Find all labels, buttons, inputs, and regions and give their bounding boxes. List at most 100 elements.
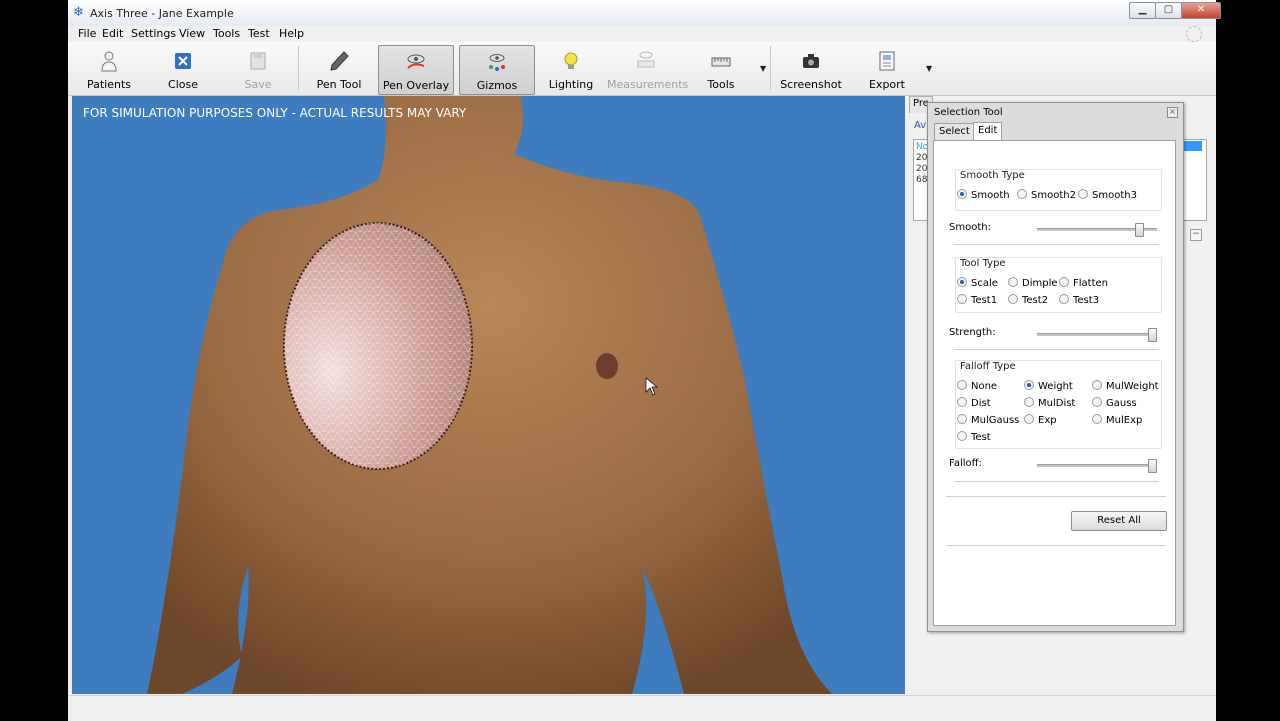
tool-type-label: Tool Type [960,258,1006,269]
radio-smooth2[interactable]: Smooth2 [1017,189,1076,201]
menu-edit[interactable]: Edit [102,27,123,40]
close-icon [175,53,191,69]
torso-shape [147,96,832,694]
close-window-button[interactable]: ✕ [1181,2,1221,19]
radio-weight[interactable]: Weight [1024,380,1073,392]
radio-icon [1024,414,1034,424]
measurements-icon [637,51,655,68]
selection-tool-dialog: Selection Tool × Select Edit Smooth Type… [927,102,1184,632]
radio-exp[interactable]: Exp [1024,414,1057,426]
radio-label: Test1 [971,295,998,306]
pen-overlay-button[interactable]: Pen Overlay [378,45,454,95]
export-dropdown-arrow-icon[interactable]: ▼ [926,64,932,73]
pen-overlay-icon [407,54,425,69]
measurements-button[interactable]: Measurements [607,45,688,93]
radio-mulgauss[interactable]: MulGauss [957,414,1019,426]
radio-label: Scale [971,278,998,289]
radio-label: Smooth [971,190,1010,201]
tools-dropdown-arrow-icon[interactable]: ▼ [760,64,766,73]
settings-gear-icon[interactable] [1186,26,1202,42]
list-item[interactable]: 20 [916,164,927,174]
radio-label: Dist [971,398,991,409]
radio-label: MulWeight [1106,381,1159,392]
menu-test[interactable]: Test [248,27,270,40]
strength-slider-track[interactable] [1037,333,1157,336]
close-button[interactable]: Close [150,45,216,93]
radio-dimple[interactable]: Dimple [1008,277,1058,289]
radio-smooth3[interactable]: Smooth3 [1078,189,1137,201]
title-bar: ❄ Axis Three - Jane Example ▁ ▢ ✕ [68,0,1221,27]
toolbar-separator [298,46,299,90]
radio-scale[interactable]: Scale [957,277,998,289]
toolbar: Patients Close Save Pen Tool Pen Overlay… [68,42,1216,96]
smooth-slider-handle[interactable] [1134,223,1144,237]
pen-icon [330,51,349,71]
save-button[interactable]: Save [225,45,291,93]
radio-gauss[interactable]: Gauss [1092,397,1137,409]
simulation-disclaimer: FOR SIMULATION PURPOSES ONLY - ACTUAL RE… [83,106,467,120]
radio-mulexp[interactable]: MulExp [1092,414,1142,426]
strength-slider-label: Strength: [949,327,996,338]
radio-label: Exp [1038,415,1057,426]
edit-tab-panel: Smooth Type Smooth Smooth2 Smooth3 Smoot… [933,140,1176,626]
collapse-icon[interactable]: − [1190,229,1202,241]
ruler-icon [711,57,731,67]
gizmos-button[interactable]: Gizmos [459,45,535,95]
maximize-button[interactable]: ▢ [1155,2,1182,19]
close-label: Close [168,78,198,91]
radio-smooth[interactable]: Smooth [957,189,1010,201]
radio-label: MulExp [1106,415,1143,426]
falloff-slider-handle[interactable] [1148,459,1157,473]
menu-file[interactable]: File [78,27,96,40]
menu-help[interactable]: Help [279,27,304,40]
radio-label: Smooth3 [1092,190,1137,201]
reset-all-button[interactable]: Reset All [1071,511,1167,531]
tab-select[interactable]: Select [934,123,975,140]
minimize-button[interactable]: ▁ [1129,2,1156,19]
lightbulb-icon [564,52,578,69]
window-title: Axis Three - Jane Example [90,7,234,20]
torso-model [147,96,832,694]
radio-icon [1024,380,1034,390]
radio-label: Flatten [1073,278,1108,289]
radio-icon [1059,277,1069,287]
menu-settings[interactable]: Settings [131,27,176,40]
lighting-button[interactable]: Lighting [538,45,604,93]
tab-edit[interactable]: Edit [973,122,1003,141]
strength-slider-handle[interactable] [1148,328,1157,342]
radio-muldist[interactable]: MulDist [1024,397,1075,409]
list-item[interactable]: 68 [916,175,927,185]
screenshot-button[interactable]: Screenshot [778,45,844,93]
falloff-slider-track[interactable] [1037,464,1157,467]
patients-button[interactable]: Patients [76,45,142,93]
nipple-shape [596,353,618,379]
dialog-close-icon[interactable]: × [1167,107,1178,118]
radio-icon [1078,189,1088,199]
pen-tool-button[interactable]: Pen Tool [306,45,372,93]
radio-label: Test3 [1073,295,1100,306]
menu-tools[interactable]: Tools [213,27,240,40]
smooth-type-label: Smooth Type [960,170,1025,181]
menu-view[interactable]: View [179,27,205,40]
list-selection-highlight [1182,141,1202,151]
radio-test3[interactable]: Test3 [1059,294,1099,306]
radio-label: MulDist [1038,398,1076,409]
export-button[interactable]: Export [854,45,920,93]
radio-test1[interactable]: Test1 [957,294,997,306]
radio-test2[interactable]: Test2 [1008,294,1048,306]
radio-icon [957,431,967,441]
divider [946,496,1166,497]
radio-label: Smooth2 [1031,190,1076,201]
radio-test[interactable]: Test [957,431,991,443]
radio-dist[interactable]: Dist [957,397,991,409]
radio-label: MulGauss [971,415,1020,426]
3d-viewport[interactable]: FOR SIMULATION PURPOSES ONLY - ACTUAL RE… [72,96,905,694]
radio-flatten[interactable]: Flatten [1059,277,1108,289]
tools-button[interactable]: Tools [690,45,752,93]
dialog-title: Selection Tool [934,107,1003,118]
list-item[interactable]: 20 [916,153,927,163]
radio-none[interactable]: None [957,380,997,392]
radio-icon [1092,397,1102,407]
radio-mulweight[interactable]: MulWeight [1092,380,1159,392]
radio-label: Gauss [1106,398,1137,409]
